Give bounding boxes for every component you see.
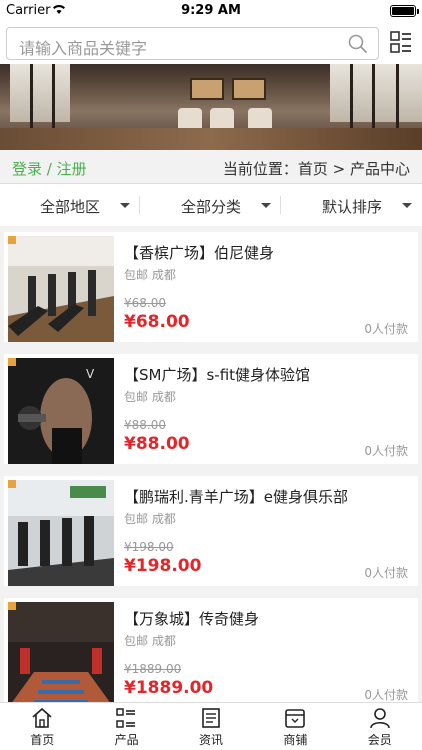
clock: 9:29 AM <box>181 3 241 18</box>
category-menu-icon[interactable] <box>390 31 412 53</box>
product-image[interactable] <box>8 480 114 586</box>
product-list: 【香槟广场】伯尼健身 包邮 成都 ¥68.00 ¥68.00 0人付款 V 【S… <box>0 226 422 702</box>
product-paid-count: 0人付款 <box>364 688 408 702</box>
tab-store[interactable]: 商铺 <box>253 703 337 750</box>
product-shipping: 包邮 成都 <box>124 268 176 282</box>
news-icon <box>200 707 222 729</box>
filter-bar: 全部地区 全部分类 默认排序 <box>0 184 422 226</box>
search-icon[interactable] <box>348 34 368 54</box>
product-original-price: ¥88.00 <box>124 418 166 432</box>
product-shipping: 包邮 成都 <box>124 512 176 526</box>
product-name[interactable]: 【鹏瑞利.青羊广场】e健身俱乐部 <box>124 486 348 507</box>
bottom-tab-bar: 首页 产品 资讯 商铺 会员 <box>0 702 422 750</box>
tab-products-label: 产品 <box>114 733 139 747</box>
product-paid-count: 0人付款 <box>364 444 408 458</box>
product-original-price: ¥198.00 <box>124 540 174 554</box>
search-input[interactable]: 请输入商品关键字 <box>6 27 379 60</box>
filter-category-label: 全部分类 <box>180 198 241 216</box>
tab-home-label: 首页 <box>30 733 55 747</box>
product-name[interactable]: 【SM广场】s-fit健身体验馆 <box>124 364 310 385</box>
tab-member[interactable]: 会员 <box>338 703 422 750</box>
tab-member-label: 会员 <box>367 733 392 747</box>
product-image[interactable] <box>8 236 114 342</box>
tab-home[interactable]: 首页 <box>0 703 84 750</box>
product-card[interactable]: V 【SM广场】s-fit健身体验馆 包邮 成都 ¥88.00 ¥88.00 0… <box>4 354 418 464</box>
search-placeholder: 请输入商品关键字 <box>19 39 148 58</box>
location-bar: 登录 / 注册 当前位置：首页 > 产品中心 <box>0 150 422 184</box>
product-price: ¥198.00 <box>124 556 202 576</box>
filter-region-label: 全部地区 <box>39 198 100 216</box>
product-image[interactable] <box>8 602 114 702</box>
battery-icon <box>390 5 419 17</box>
caret-down-icon <box>261 203 271 208</box>
product-card[interactable]: 【鹏瑞利.青羊广场】e健身俱乐部 包邮 成都 ¥198.00 ¥198.00 0… <box>4 476 418 586</box>
svg-text:V: V <box>86 367 95 381</box>
user-icon <box>369 707 391 729</box>
product-shipping: 包邮 成都 <box>124 634 176 648</box>
status-bar: Carrier 9:29 AM <box>0 0 422 22</box>
product-paid-count: 0人付款 <box>364 566 408 580</box>
filter-sort[interactable]: 默认排序 <box>282 184 422 226</box>
filter-region[interactable]: 全部地区 <box>0 184 140 226</box>
caret-down-icon <box>402 203 412 208</box>
product-price: ¥68.00 <box>124 312 190 332</box>
home-icon <box>31 707 53 729</box>
tab-store-label: 商铺 <box>283 733 308 747</box>
login-register-link[interactable]: 登录 / 注册 <box>12 158 87 179</box>
banner-image[interactable] <box>0 64 422 150</box>
product-name[interactable]: 【万象城】传奇健身 <box>124 608 259 629</box>
product-original-price: ¥68.00 <box>124 296 166 310</box>
search-header: 请输入商品关键字 <box>0 22 422 64</box>
product-original-price: ¥1889.00 <box>124 662 182 676</box>
tab-news-label: 资讯 <box>198 733 223 747</box>
product-paid-count: 0人付款 <box>364 322 408 336</box>
product-price: ¥88.00 <box>124 434 190 454</box>
product-name[interactable]: 【香槟广场】伯尼健身 <box>124 242 274 263</box>
list-icon <box>115 707 137 729</box>
store-icon <box>284 707 306 729</box>
product-shipping: 包邮 成都 <box>124 390 176 404</box>
product-image[interactable]: V <box>8 358 114 464</box>
tab-news[interactable]: 资讯 <box>169 703 253 750</box>
product-card[interactable]: 【万象城】传奇健身 包邮 成都 ¥1889.00 ¥1889.00 0人付款 <box>4 598 418 702</box>
filter-sort-label: 默认排序 <box>321 198 382 216</box>
tab-products[interactable]: 产品 <box>84 703 168 750</box>
breadcrumb: 当前位置：首页 > 产品中心 <box>222 160 410 178</box>
caret-down-icon <box>120 203 130 208</box>
product-price: ¥1889.00 <box>124 678 214 698</box>
product-card[interactable]: 【香槟广场】伯尼健身 包邮 成都 ¥68.00 ¥68.00 0人付款 <box>4 232 418 342</box>
filter-category[interactable]: 全部分类 <box>141 184 281 226</box>
